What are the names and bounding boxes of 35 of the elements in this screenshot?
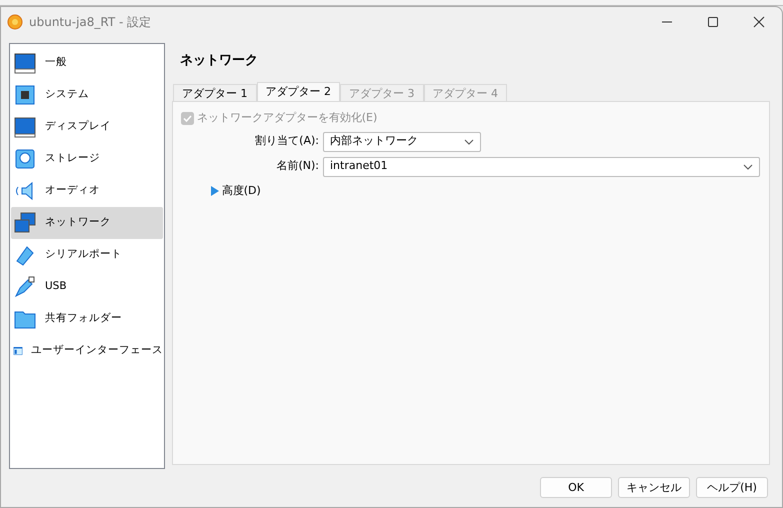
- sidebar-item[interactable]: USB: [11, 270, 163, 303]
- maximize-icon: [707, 16, 719, 28]
- settings-category-icon: [13, 114, 37, 139]
- chevron-down-icon: [464, 138, 474, 145]
- dialog-button[interactable]: キャンセル: [618, 477, 690, 498]
- dialog-button[interactable]: OK: [540, 477, 612, 498]
- close-icon: [753, 16, 765, 28]
- settings-category-icon: [13, 210, 37, 235]
- settings-category-icon: [13, 82, 37, 107]
- combo-box[interactable]: intranet01: [323, 156, 760, 177]
- settings-category-icon: [13, 274, 37, 299]
- window-title: ubuntu-ja8_RT - 設定: [29, 14, 152, 32]
- sidebar-item[interactable]: ユーザーインターフェース: [11, 334, 163, 367]
- tab[interactable]: アダプター 1: [173, 84, 256, 102]
- sidebar-item[interactable]: シリアルポート: [11, 238, 163, 271]
- sidebar-item[interactable]: ディスプレイ: [11, 110, 163, 143]
- settings-category-icon: [13, 50, 37, 75]
- field-label: 割り当て(A):: [254, 133, 320, 150]
- tab[interactable]: アダプター 2: [256, 82, 340, 102]
- sidebar-item[interactable]: 一般: [11, 46, 163, 79]
- field-label: 名前(N):: [275, 158, 320, 174]
- sidebar-item[interactable]: システム: [11, 78, 163, 111]
- sidebar-item[interactable]: ネットワーク: [11, 206, 163, 239]
- settings-category-icon: [13, 146, 37, 171]
- checkbox-label: ネットワークアダプターを有効化(E): [196, 110, 378, 126]
- page-title: ネットワーク: [180, 52, 259, 70]
- expander-icon[interactable]: [210, 186, 219, 196]
- section-label[interactable]: 高度(D): [222, 182, 261, 200]
- dropdown[interactable]: 内部ネットワーク: [323, 132, 481, 152]
- sidebar-item[interactable]: ストレージ: [11, 142, 163, 175]
- dialog-button[interactable]: ヘルプ(H): [696, 477, 768, 498]
- sidebar-item[interactable]: 共有フォルダー: [11, 302, 163, 335]
- sidebar-item[interactable]: オーディオ: [11, 174, 163, 207]
- app-icon: [7, 14, 23, 30]
- chevron-down-icon: [743, 164, 753, 170]
